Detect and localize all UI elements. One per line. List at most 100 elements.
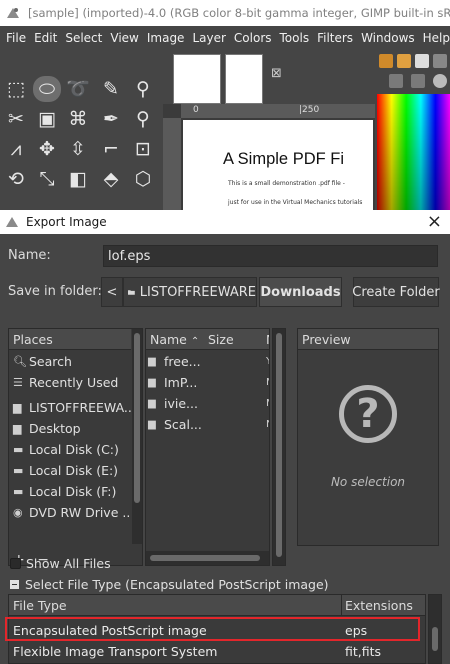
place-label: Recently Used <box>29 375 119 390</box>
sort-ascending-icon[interactable]: ⌃ <box>191 336 199 347</box>
palette-icon[interactable] <box>411 74 425 88</box>
fuzzy-select-icon[interactable]: ✎ <box>97 76 125 102</box>
flip-icon[interactable]: ◧ <box>64 166 92 192</box>
filename-input[interactable] <box>103 245 438 267</box>
menu-tools[interactable]: Tools <box>276 31 314 45</box>
column-size[interactable]: Size <box>208 332 234 347</box>
color-picker-icon[interactable]: ✒ <box>97 106 125 132</box>
files-horizontal-scrollbar[interactable] <box>146 551 269 565</box>
dialog-title: Export Image <box>26 215 107 229</box>
file-row[interactable]: ▆ ivie... <box>148 393 198 414</box>
file-type-scrollbar[interactable] <box>428 594 442 664</box>
pattern-icon[interactable] <box>397 54 411 68</box>
document-text: This is a small demonstration .pdf file … <box>228 180 345 187</box>
font-icon[interactable] <box>415 54 429 68</box>
color-selector[interactable] <box>377 94 450 210</box>
menu-filters[interactable]: Filters <box>313 31 357 45</box>
folder-icon <box>128 290 135 295</box>
scrollbar-thumb[interactable] <box>134 333 140 503</box>
lasso-icon[interactable]: ➰ <box>64 76 92 102</box>
column-modified[interactable]: M <box>266 332 269 347</box>
collapse-icon[interactable] <box>10 579 19 589</box>
paint-icon[interactable]: ⩘ <box>2 136 30 162</box>
create-folder-button[interactable]: Create Folder <box>352 277 440 307</box>
perspective-icon[interactable]: ⬘ <box>97 166 125 192</box>
gimp-window-title: [sample] (imported)-4.0 (RGB color 8-bit… <box>28 6 450 20</box>
column-extensions[interactable]: Extensions <box>345 598 413 613</box>
brush-icon[interactable] <box>379 54 393 68</box>
column-name[interactable]: Name <box>150 332 187 347</box>
ruler-mark: |250 <box>299 105 320 115</box>
place-local-disk-f[interactable]: ▬ Local Disk (F:) <box>9 481 131 502</box>
breadcrumb-back-button[interactable]: < <box>101 277 123 307</box>
color-icon[interactable] <box>433 74 447 88</box>
file-row[interactable]: ▆ ImP... <box>148 372 197 393</box>
menubar: File Edit Select View Image Layer Colors… <box>0 26 450 50</box>
right-dock <box>375 50 450 210</box>
scrollbar-thumb[interactable] <box>276 333 282 557</box>
menu-file[interactable]: File <box>2 31 30 45</box>
place-desktop[interactable]: ▆ Desktop <box>9 418 131 439</box>
menu-image[interactable]: Image <box>143 31 189 45</box>
files-vertical-scrollbar[interactable] <box>272 328 286 566</box>
menu-select[interactable]: Select <box>61 31 106 45</box>
place-local-disk-c[interactable]: ▬ Local Disk (C:) <box>9 439 131 460</box>
rect-select-icon[interactable]: ⬚ <box>2 76 30 102</box>
folder-icon: ▆ <box>13 422 22 435</box>
image-icon[interactable] <box>389 74 403 88</box>
image-tab-1[interactable] <box>173 54 221 104</box>
show-all-files-label: Show All Files <box>26 555 111 571</box>
drive-icon: ▬ <box>13 485 24 498</box>
places-scrollbar[interactable] <box>132 329 142 544</box>
menu-colors[interactable]: Colors <box>230 31 276 45</box>
menu-view[interactable]: View <box>106 31 142 45</box>
scrollbar-thumb[interactable] <box>432 627 438 651</box>
ellipse-select-icon[interactable]: ⬭ <box>33 76 61 102</box>
folder-icon: ▆ <box>148 356 156 367</box>
column-file-type[interactable]: File Type <box>13 598 67 613</box>
place-label: LISTOFFREEWA... <box>29 400 131 415</box>
paths-icon[interactable]: ⌘ <box>64 106 92 132</box>
measure-icon[interactable]: ⚲ <box>129 106 157 132</box>
crop-icon[interactable]: ⌐ <box>97 136 125 162</box>
zoom-icon[interactable]: ⚲ <box>129 76 157 102</box>
checkbox-icon[interactable] <box>10 557 21 569</box>
place-recently-used[interactable]: ☰ Recently Used <box>9 372 131 393</box>
place-search[interactable]: 🔍︎ Search <box>9 351 131 372</box>
breadcrumb-listoffreeware[interactable]: LISTOFFREEWARE <box>123 277 257 307</box>
foreground-select-icon[interactable]: ▣ <box>33 106 61 132</box>
breadcrumb-downloads[interactable]: Downloads <box>259 277 342 307</box>
rotate-icon[interactable]: ⟲ <box>2 166 30 192</box>
warp-icon[interactable]: ⤡ <box>33 166 61 192</box>
scissors-icon[interactable]: ✂ <box>2 106 30 132</box>
select-file-type-expander[interactable]: Select File Type (Encapsulated PostScrip… <box>10 575 329 593</box>
menu-windows[interactable]: Windows <box>357 31 419 45</box>
close-tab-icon[interactable]: ⊠ <box>271 66 282 81</box>
scrollbar-thumb[interactable] <box>150 555 260 561</box>
gradient-icon[interactable] <box>433 54 447 68</box>
places-header[interactable]: Places <box>9 329 131 350</box>
search-icon: 🔍︎ <box>13 355 27 368</box>
dock-tabs <box>375 50 450 94</box>
3d-transform-icon[interactable]: ⬡ <box>129 166 157 192</box>
menu-layer[interactable]: Layer <box>188 31 229 45</box>
show-all-files-checkbox[interactable]: Show All Files <box>10 554 111 572</box>
file-type-row-fits[interactable]: Flexible Image Transport System fit,fits <box>9 641 425 662</box>
place-dvd-rw-drive[interactable]: ◉ DVD RW Drive ... <box>9 502 131 523</box>
align-icon[interactable]: ⇳ <box>64 136 92 162</box>
menu-edit[interactable]: Edit <box>30 31 61 45</box>
dialog-titlebar: Export Image × <box>0 210 450 234</box>
menu-help[interactable]: Help <box>419 31 450 45</box>
unified-transform-icon[interactable]: ⊡ <box>129 136 157 162</box>
file-row[interactable]: ▆ free... <box>148 351 201 372</box>
image-tab-2[interactable] <box>225 54 263 104</box>
move-icon[interactable]: ✥ <box>33 136 61 162</box>
close-icon[interactable]: × <box>427 212 442 232</box>
file-modified: M <box>266 398 269 409</box>
file-row[interactable]: ▆ Scal... <box>148 414 202 435</box>
place-local-disk-e[interactable]: ▬ Local Disk (E:) <box>9 460 131 481</box>
toolbox: ⬚ ⬭ ➰ ✎ ⚲ ✂ ▣ ⌘ ✒ ⚲ ⩘ ✥ ⇳ ⌐ ⊡ ⟲ ⤡ ◧ ⬘ ⬡ <box>0 50 163 210</box>
place-listoffreeware[interactable]: ▆ LISTOFFREEWA... <box>9 397 131 418</box>
gimp-logo-icon <box>6 217 18 227</box>
canvas-area[interactable]: 0 |250 A Simple PDF Fi This is a small d… <box>163 104 375 210</box>
